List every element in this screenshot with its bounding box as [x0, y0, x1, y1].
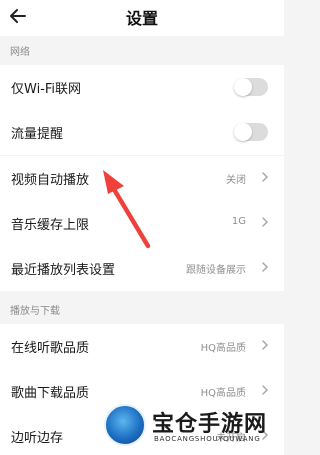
setting-label: 音乐缓存上限 — [11, 218, 90, 233]
setting-label: 最近播放列表设置 — [11, 263, 116, 278]
setting-label: 在线听歌品质 — [11, 341, 90, 356]
setting-value: 跟随设备展示 — [186, 265, 246, 276]
setting-row-wifi-only[interactable]: 仅Wi-Fi联网 — [0, 65, 284, 110]
setting-row-recent-playlist[interactable]: 最近播放列表设置 跟随设备展示 — [0, 246, 284, 291]
site-watermark: 宝仓手游网 BAOCANGSHOUYOUWANG — [98, 396, 284, 455]
setting-value: HQ高品质 — [200, 343, 246, 354]
setting-label: 歌曲下载品质 — [11, 386, 90, 401]
data-alert-toggle[interactable] — [234, 123, 268, 141]
chevron-right-icon — [262, 340, 269, 350]
setting-row-stream-quality[interactable]: 在线听歌品质 HQ高品质 — [0, 324, 284, 369]
setting-row-data-alert[interactable]: 流量提醒 — [0, 110, 284, 155]
watermark-subtitle: BAOCANGSHOUYOUWANG — [154, 435, 261, 443]
app-header: 设置 — [0, 0, 284, 36]
setting-label: 流量提醒 — [11, 127, 64, 142]
toggle-knob — [234, 78, 252, 96]
setting-value: 1G — [231, 216, 246, 227]
chevron-right-icon — [262, 172, 269, 182]
section-label-network: 网络 — [10, 47, 30, 58]
setting-row-video-autoplay[interactable]: 视频自动播放 关闭 — [0, 156, 284, 201]
chevron-right-icon — [262, 217, 269, 227]
chevron-right-icon — [262, 262, 269, 272]
setting-value: 关闭 — [226, 175, 246, 186]
setting-row-music-cache[interactable]: 音乐缓存上限 1G — [0, 201, 284, 246]
setting-label: 边听边存 — [11, 431, 64, 446]
watermark-title: 宝仓手游网 — [152, 411, 268, 437]
setting-label: 仅Wi-Fi联网 — [11, 82, 82, 97]
toggle-knob — [234, 123, 252, 141]
chevron-right-icon — [262, 385, 269, 395]
setting-label: 视频自动播放 — [11, 173, 90, 188]
wifi-only-toggle[interactable] — [234, 78, 268, 96]
watermark-logo-icon — [104, 404, 146, 446]
page-title: 设置 — [125, 9, 158, 28]
section-label-play-download: 播放与下载 — [10, 306, 60, 317]
